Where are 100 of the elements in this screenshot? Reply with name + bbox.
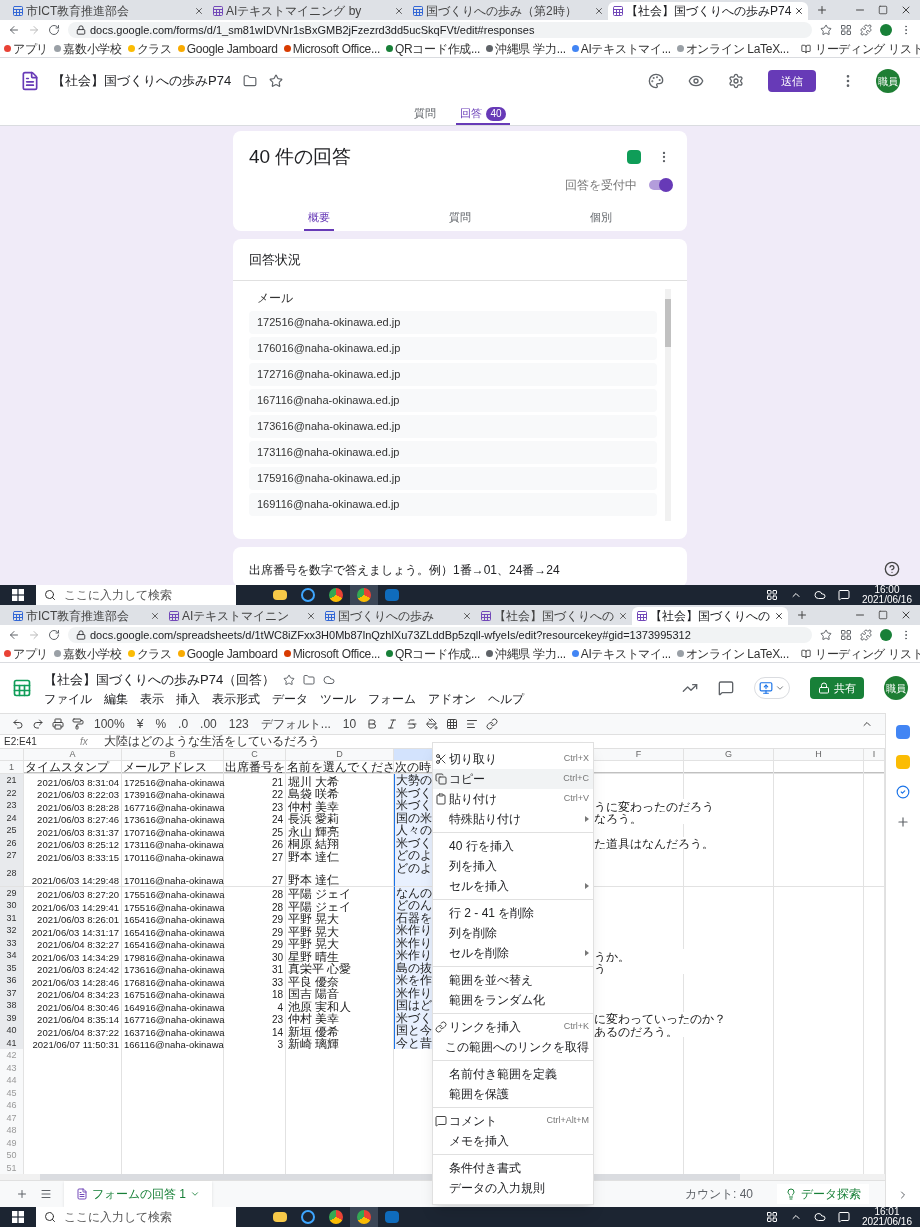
browser-tab[interactable]: AIテキストマイニン: [164, 607, 320, 625]
summary-tab[interactable]: 概要: [304, 208, 335, 231]
context-menu-item[interactable]: 範囲を保護: [433, 1084, 593, 1104]
menu-item[interactable]: データ: [272, 692, 308, 707]
help-icon[interactable]: [884, 561, 900, 577]
browser-tab[interactable]: 市ICT教育推進部会: [8, 607, 164, 625]
close-icon[interactable]: [306, 611, 316, 621]
new-tab-icon[interactable]: [796, 609, 808, 621]
tray-icon[interactable]: [765, 1211, 778, 1223]
bookmark-item[interactable]: Microsoft Office...: [283, 39, 381, 58]
menu-item[interactable]: 編集: [104, 692, 128, 707]
all-sheets-icon[interactable]: [40, 1188, 52, 1200]
reading-list[interactable]: リーディング リスト: [800, 39, 920, 58]
menu-item[interactable]: アドオン: [428, 692, 476, 707]
bookmark-item[interactable]: クラス: [127, 39, 172, 58]
borders-icon[interactable]: [446, 718, 459, 730]
bookmark-item[interactable]: Microsoft Office...: [283, 644, 381, 663]
strikethrough-icon[interactable]: [406, 718, 419, 730]
menu-item[interactable]: 挿入: [176, 692, 200, 707]
close-icon[interactable]: [394, 6, 404, 16]
browser-tab[interactable]: 【社会】国づくりへの: [476, 607, 632, 625]
browser-tab[interactable]: 【社会】国づくりへの: [632, 607, 788, 625]
close-icon[interactable]: [900, 609, 912, 621]
grid-icon[interactable]: [840, 24, 852, 36]
maximize-icon[interactable]: [878, 5, 888, 15]
preview-icon[interactable]: [688, 73, 704, 89]
cloud-icon[interactable]: [813, 1211, 826, 1223]
number-format-select[interactable]: 123: [226, 715, 251, 733]
address-field[interactable]: docs.google.com/spreadsheets/d/1tWC8iZFxx3H0Mb87lnQzhlXu73ZLddBp5zqll-wfyeIs/edit?resourcekey#gid=1373995312: [68, 627, 812, 643]
row-header[interactable]: 34: [0, 949, 24, 964]
maximize-icon[interactable]: [878, 610, 888, 620]
summary-tab[interactable]: 個別: [585, 208, 616, 231]
bookmark-item[interactable]: 嘉数小学校: [54, 39, 122, 58]
summary-tab[interactable]: 質問: [445, 208, 475, 231]
close-icon[interactable]: [794, 6, 804, 16]
grid-icon[interactable]: [840, 629, 852, 641]
decrease-decimal-button[interactable]: .0: [176, 715, 191, 733]
row-header[interactable]: 1: [0, 761, 24, 774]
formula-field[interactable]: 大陸はどのような生活をしているだろう: [103, 735, 320, 748]
browser-tab[interactable]: AIテキストマイニング by: [208, 2, 408, 20]
bookmark-item[interactable]: Google Jamboard: [177, 644, 278, 663]
chrome-icon[interactable]: [350, 1207, 378, 1227]
italic-icon[interactable]: [386, 718, 399, 730]
tray-icon[interactable]: [765, 589, 778, 601]
bookmark-item[interactable]: QRコード作成...: [386, 39, 481, 58]
explore-button[interactable]: データ探索: [777, 1184, 869, 1204]
star-icon[interactable]: [283, 673, 296, 686]
bookmark-star-icon[interactable]: [820, 629, 832, 641]
palette-icon[interactable]: [648, 73, 664, 89]
bookmark-item[interactable]: オンライン LaTeX...: [676, 39, 789, 58]
browser-tab[interactable]: 【社会】国づくりへの歩みP74: [608, 2, 808, 20]
close-icon[interactable]: [594, 6, 604, 16]
align-icon[interactable]: [466, 718, 479, 730]
bookmark-item[interactable]: AIテキストマイ...: [571, 644, 671, 663]
notification-icon[interactable]: [837, 1211, 850, 1223]
menu-item[interactable]: 表示形式: [212, 692, 260, 707]
font-select[interactable]: デフォルト...: [258, 715, 333, 733]
increase-decimal-button[interactable]: .00: [198, 715, 219, 733]
context-menu-item[interactable]: 名前付き範囲を定義: [433, 1064, 593, 1084]
accepting-toggle[interactable]: [649, 179, 671, 190]
row-header[interactable]: 21: [0, 774, 24, 789]
search-input[interactable]: ここに入力して検索: [64, 586, 224, 604]
notification-icon[interactable]: [837, 589, 850, 601]
print-icon[interactable]: [52, 718, 64, 730]
link-icon[interactable]: [486, 718, 499, 730]
context-menu-item[interactable]: 条件付き書式: [433, 1158, 593, 1178]
context-menu-item[interactable]: コピー Ctrl+C: [433, 769, 593, 789]
tasks-icon[interactable]: [896, 785, 910, 799]
close-icon[interactable]: [618, 611, 628, 621]
menu-item[interactable]: 表示: [140, 692, 164, 707]
bookmark-item[interactable]: 沖縄県 学力...: [486, 644, 566, 663]
cloud-icon[interactable]: [323, 673, 336, 686]
name-box[interactable]: E2:E41: [4, 735, 64, 748]
bookmark-item[interactable]: オンライン LaTeX...: [676, 644, 789, 663]
comment-icon[interactable]: [718, 680, 734, 696]
browser-tab[interactable]: 国づくりへの歩み（第2時）: [408, 2, 608, 20]
bold-icon[interactable]: [366, 718, 379, 730]
extension-icon[interactable]: [860, 629, 872, 641]
scrollbar[interactable]: [665, 289, 671, 521]
percent-button[interactable]: %: [153, 715, 169, 733]
reading-list[interactable]: リーディング リスト: [800, 644, 920, 663]
taskbar-search-field[interactable]: ここに入力して検索: [36, 1207, 236, 1227]
fill-color-icon[interactable]: [426, 718, 439, 730]
close-icon[interactable]: [194, 6, 204, 16]
row-header[interactable]: 30: [0, 899, 24, 914]
add-icon[interactable]: [896, 815, 910, 829]
browser-tab[interactable]: 市ICT教育推進部会: [8, 2, 208, 20]
bookmark-item[interactable]: Google Jamboard: [177, 39, 278, 58]
row-header[interactable]: 28: [0, 861, 24, 887]
folder-icon[interactable]: [243, 74, 258, 88]
avatar[interactable]: 職員: [876, 69, 900, 93]
cloud-icon[interactable]: [813, 589, 826, 601]
currency-button[interactable]: ¥: [134, 715, 146, 733]
search-input[interactable]: ここに入力して検索: [64, 1208, 224, 1226]
row-header[interactable]: 38: [0, 999, 24, 1014]
row-header[interactable]: 40: [0, 1024, 24, 1039]
close-icon[interactable]: [900, 4, 912, 16]
profile-avatar[interactable]: [880, 24, 892, 36]
row-header[interactable]: 23: [0, 799, 24, 814]
bookmark-item[interactable]: 嘉数小学校: [54, 644, 122, 663]
